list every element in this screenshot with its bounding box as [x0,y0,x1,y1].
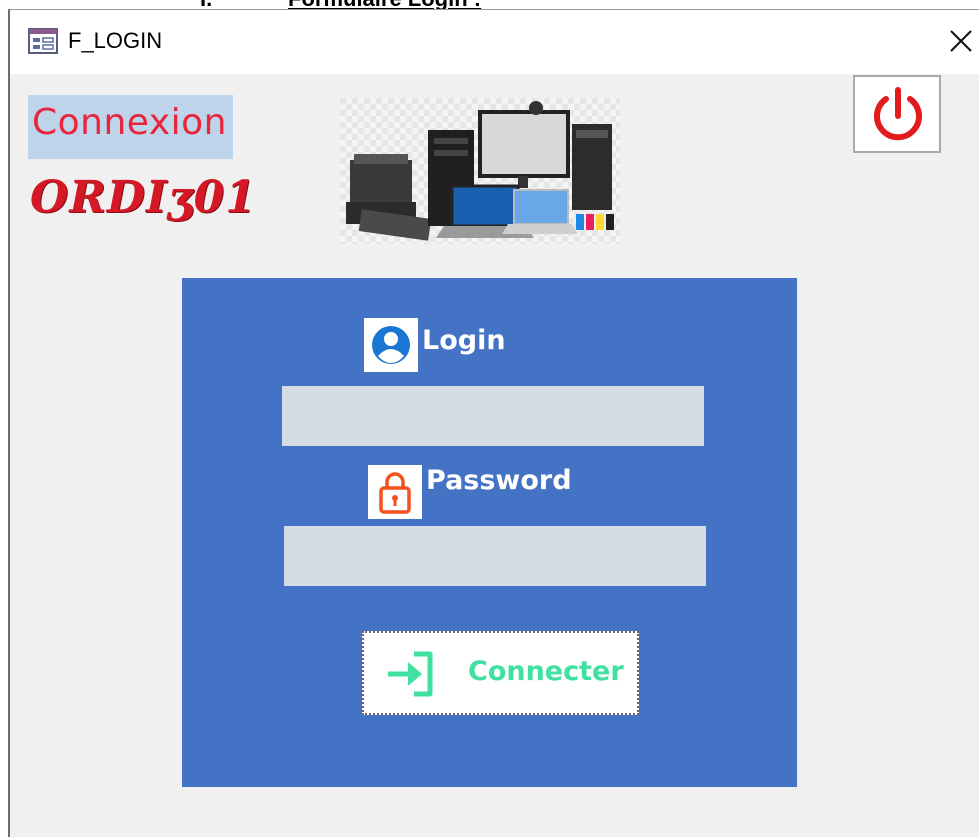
login-arrow-icon [388,651,433,697]
connect-label: Connecter [468,656,624,687]
login-input[interactable] [282,386,704,446]
form-icon [28,28,58,54]
close-icon[interactable] [948,28,974,54]
title-bar: F_LOGIN [10,10,979,74]
password-label: Password [426,465,572,496]
user-icon [364,318,418,372]
window-title: F_LOGIN [68,28,163,53]
page: I.Formulaire Login : F_LOGIN Connexion O… [0,0,979,837]
password-input[interactable] [284,526,706,586]
login-panel: Login Password Connecter [182,278,797,787]
login-label: Login [422,325,506,356]
connect-button[interactable]: Connecter [362,631,639,715]
brand-logo: ORDIʒ01 [30,172,257,223]
lock-icon [368,465,422,519]
connexion-label: Connexion [28,95,233,159]
computer-devices-image [340,98,620,244]
login-window: F_LOGIN Connexion ORDIʒ01 Login Password… [8,9,979,837]
power-button[interactable] [853,75,941,153]
power-icon [874,87,922,141]
